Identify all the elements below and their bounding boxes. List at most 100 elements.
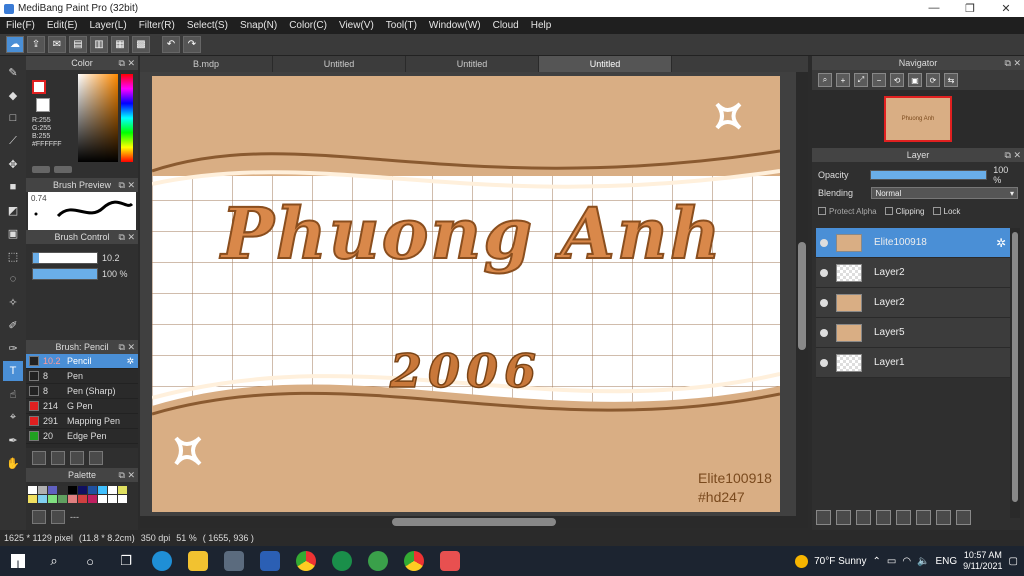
select-pen-icon[interactable]: ✐ (3, 315, 23, 335)
brush-item[interactable]: 20 Edge Pen (26, 429, 138, 444)
cloud-icon[interactable]: ☁ (6, 36, 24, 53)
eye-icon[interactable] (820, 328, 828, 337)
palette-swatch[interactable] (118, 495, 127, 503)
operation-tool-icon[interactable]: ☝ (3, 384, 23, 404)
panel-controls-icon[interactable]: ⧉ ✕ (119, 342, 135, 353)
menu-color[interactable]: Color(C) (283, 20, 333, 31)
brush-size-slider[interactable] (32, 252, 98, 264)
gear-icon[interactable]: ✲ (996, 236, 1006, 250)
message-icon[interactable]: ▤ (69, 36, 87, 53)
hand-tool-icon[interactable]: ✋ (3, 453, 23, 473)
brush-item[interactable]: 291 Mapping Pen (26, 414, 138, 429)
select-rect-icon[interactable]: ⬚ (3, 246, 23, 266)
word-icon[interactable] (252, 546, 288, 576)
brush-settings-icon[interactable] (89, 451, 103, 465)
layer-scrollbar[interactable] (1010, 228, 1020, 518)
fill-shape-tool-icon[interactable]: ■ (3, 177, 23, 197)
merge-layer-icon[interactable] (936, 510, 951, 525)
actual-size-icon[interactable]: ▣ (908, 73, 922, 87)
new-8bit-layer-icon[interactable] (856, 510, 871, 525)
comment-icon[interactable]: ✉ (48, 36, 66, 53)
close-button[interactable]: ✕ (988, 2, 1024, 15)
saturation-value-picker[interactable] (78, 74, 118, 162)
menu-cloud[interactable]: Cloud (487, 20, 525, 31)
palette-swatch[interactable] (108, 486, 117, 494)
weather-text[interactable]: 70°F Sunny (814, 556, 866, 567)
hue-slider[interactable] (121, 74, 133, 162)
clipping-checkbox[interactable]: Clipping (884, 207, 925, 216)
store-icon[interactable] (216, 546, 252, 576)
palette-swatch[interactable] (48, 486, 57, 494)
protect-alpha-checkbox[interactable]: Protect Alpha (818, 207, 877, 216)
layer-row[interactable]: Layer1 (816, 348, 1010, 378)
panel-controls-icon[interactable]: ⧉ ✕ (119, 470, 135, 481)
menu-tool[interactable]: Tool(T) (380, 20, 423, 31)
eye-icon[interactable] (820, 238, 828, 247)
tab-bmdp[interactable]: B.mdp (140, 56, 273, 72)
gear-icon[interactable]: ✲ (126, 356, 134, 367)
select-eraser-icon[interactable]: ✑ (3, 338, 23, 358)
trash-icon[interactable] (956, 510, 971, 525)
lock-checkbox[interactable]: Lock (932, 207, 960, 216)
panel-controls-icon[interactable]: ⧉ ✕ (119, 180, 135, 191)
chrome-icon[interactable] (288, 546, 324, 576)
eraser-tool-icon[interactable]: ◆ (3, 85, 23, 105)
undo-icon[interactable]: ↶ (162, 36, 180, 53)
layer-row[interactable]: Layer2 (816, 288, 1010, 318)
move-tool-icon[interactable]: ✥ (3, 154, 23, 174)
start-button[interactable] (0, 554, 36, 568)
palette-swatch[interactable] (78, 486, 87, 494)
document-icon[interactable]: ▥ (90, 36, 108, 53)
palette-swatch[interactable] (68, 486, 77, 494)
artwork-canvas[interactable]: Phuong Anh 2006 Elite100918 #hd247 (152, 76, 780, 512)
clock[interactable]: 10:57 AM 9/11/2021 (963, 550, 1002, 572)
grid-icon[interactable]: ▩ (132, 36, 150, 53)
folder-icon[interactable] (896, 510, 911, 525)
bucket-tool-icon[interactable]: ◩ (3, 200, 23, 220)
minimize-button[interactable]: — (916, 2, 952, 15)
menu-snap[interactable]: Snap(N) (234, 20, 283, 31)
new-halftone-layer-icon[interactable] (836, 510, 851, 525)
palette-swatch[interactable] (78, 495, 87, 503)
frame-icon[interactable]: ▦ (111, 36, 129, 53)
panel-controls-icon[interactable]: ⧉ ✕ (119, 58, 135, 69)
menu-window[interactable]: Window(W) (423, 20, 487, 31)
line-tool-icon[interactable]: ⟋ (3, 131, 23, 151)
cortana-icon[interactable]: ○ (72, 546, 108, 576)
menu-help[interactable]: Help (525, 20, 558, 31)
delete-palette-color-icon[interactable] (51, 510, 65, 524)
palette-swatch[interactable] (58, 486, 67, 494)
layer-row[interactable]: Layer5 (816, 318, 1010, 348)
notification-icon[interactable]: ▢ (1009, 556, 1018, 567)
menu-view[interactable]: View(V) (333, 20, 380, 31)
foreground-color-swatch[interactable] (32, 80, 46, 94)
tab-untitled-2[interactable]: Untitled (406, 56, 539, 72)
tab-untitled-3[interactable]: Untitled (539, 56, 672, 72)
menu-edit[interactable]: Edit(E) (41, 20, 84, 31)
network-icon[interactable]: ▭ (887, 556, 896, 567)
gradient-tool-icon[interactable]: ▣ (3, 223, 23, 243)
magic-wand-icon[interactable]: ✧ (3, 292, 23, 312)
rectangle-tool-icon[interactable]: □ (3, 108, 23, 128)
blending-select[interactable]: Normal ▾ (871, 187, 1018, 199)
brush-item[interactable]: 10.2 Pencil ✲ (26, 354, 138, 369)
palette-swatch[interactable] (98, 486, 107, 494)
palette-swatch[interactable] (118, 486, 127, 494)
vertical-scroll-thumb[interactable] (798, 242, 806, 350)
layer-row[interactable]: Elite100918 ✲ (816, 228, 1010, 258)
dropper-icon[interactable]: ✒ (3, 430, 23, 450)
layer-scroll-thumb[interactable] (1012, 232, 1018, 502)
wifi-icon[interactable]: ◠ (902, 556, 911, 567)
zoom-icon[interactable]: ⌕ (818, 73, 832, 87)
brush-menu-icon[interactable] (70, 451, 84, 465)
chrome-icon-2[interactable] (396, 546, 432, 576)
layer-opacity-slider[interactable] (870, 170, 988, 180)
color-swap-button[interactable] (54, 166, 72, 173)
brush-opacity-slider[interactable] (32, 268, 98, 280)
eye-icon[interactable] (820, 298, 828, 307)
maximize-button[interactable]: ❐ (952, 2, 988, 15)
new-brush-icon[interactable] (51, 451, 65, 465)
add-layer-menu-icon[interactable] (876, 510, 891, 525)
menu-layer[interactable]: Layer(L) (83, 20, 132, 31)
menu-filter[interactable]: Filter(R) (133, 20, 181, 31)
